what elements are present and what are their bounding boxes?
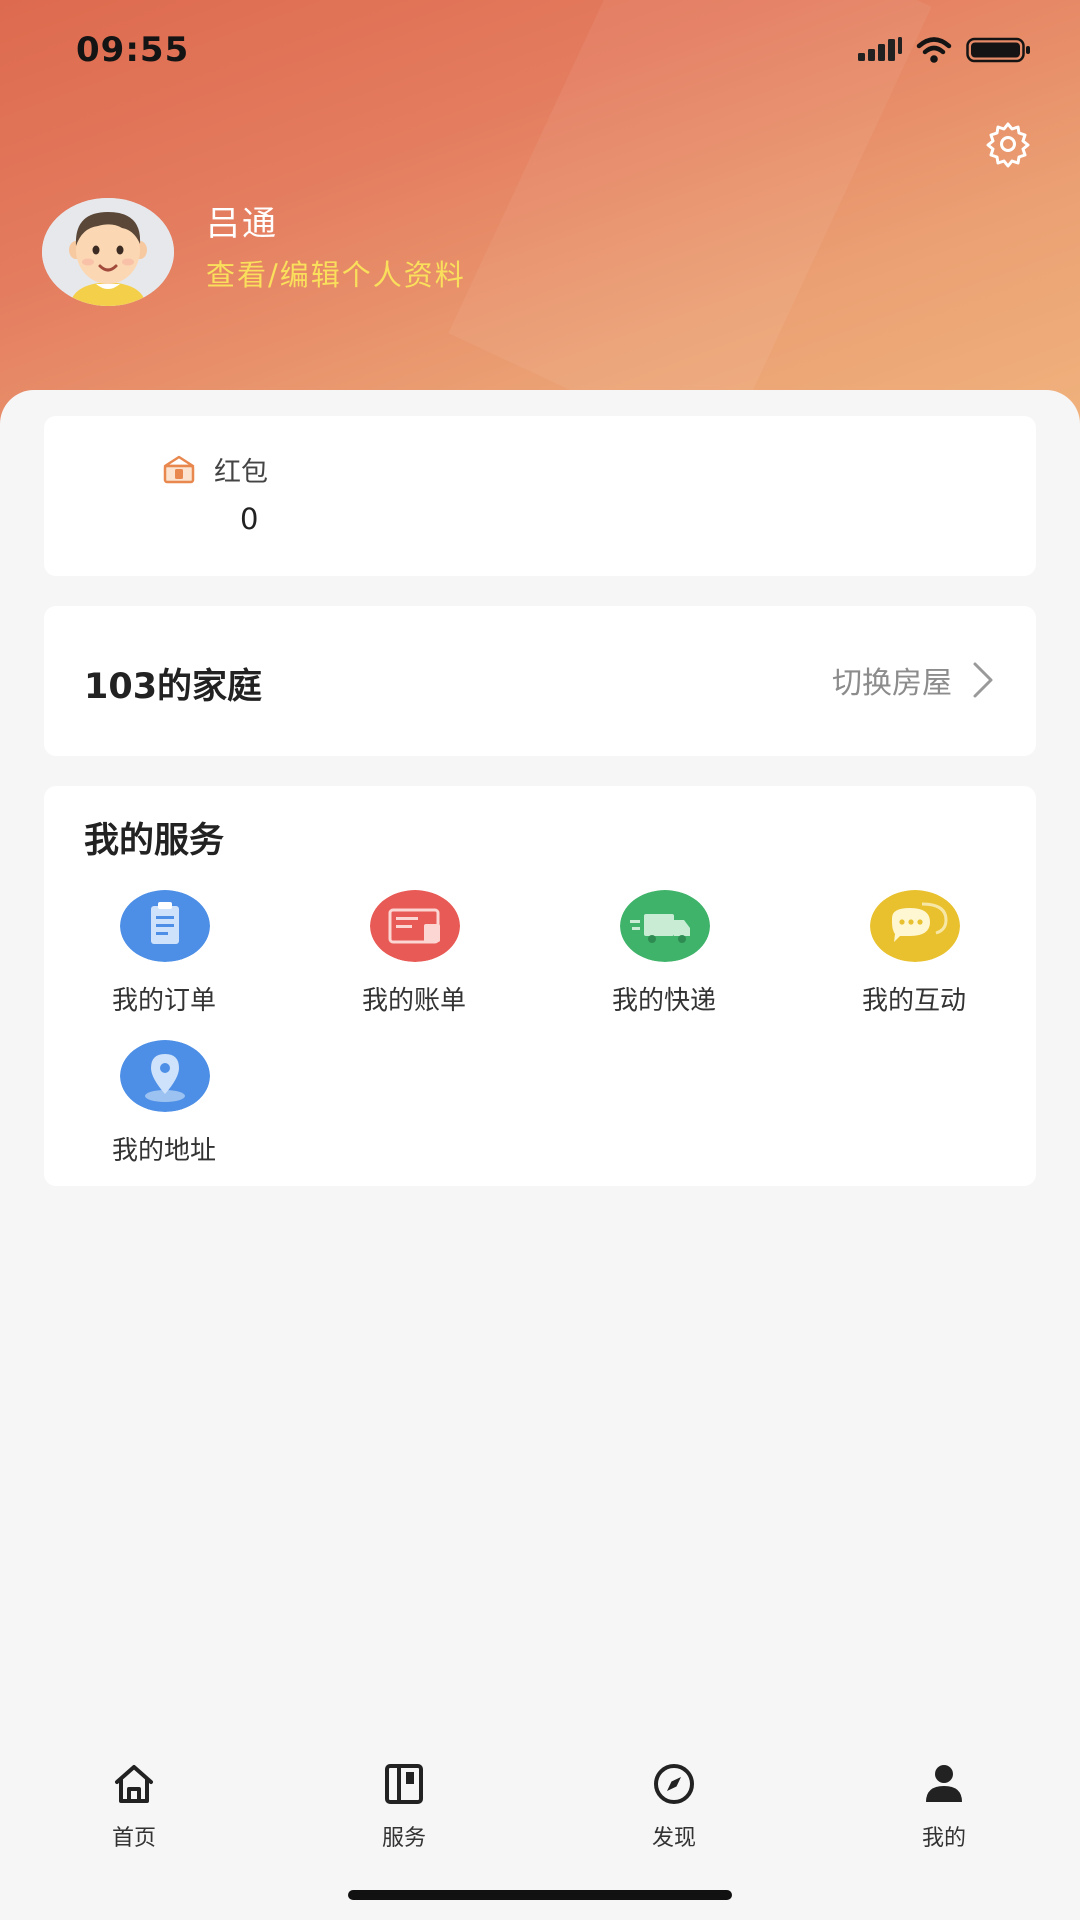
service-icon	[385, 1764, 423, 1804]
service-label: 我的订单	[111, 986, 216, 1016]
service-my-interactions[interactable]: 我的互动	[814, 890, 1014, 1020]
service-label: 我的互动	[861, 986, 966, 1016]
status-bar: 09:55	[0, 0, 1080, 110]
services-card: 我的服务 我的订单 我的账单 我的快递 我的互动 我的地址	[44, 786, 1036, 1186]
family-name: 103的家庭	[84, 667, 263, 707]
services-title: 我的服务	[84, 821, 225, 861]
tab-label: 发现	[651, 1826, 696, 1851]
settings-button[interactable]	[982, 118, 1034, 170]
tab-discover[interactable]: 发现	[614, 1762, 734, 1862]
profile-header: 09:55 吕通 查看/编辑个人资料	[0, 0, 1080, 430]
tab-home[interactable]: 首页	[74, 1762, 194, 1862]
red-packet-card[interactable]: 红包 0	[44, 416, 1036, 576]
chevron-right-icon	[973, 662, 993, 698]
tab-mine[interactable]: 我的	[884, 1762, 1004, 1862]
red-packet-icon	[163, 455, 195, 484]
order-icon	[120, 890, 210, 962]
switch-house-button[interactable]: 切换房屋	[832, 658, 994, 702]
compass-icon	[654, 1764, 694, 1804]
tab-label: 首页	[111, 1826, 156, 1851]
service-my-orders[interactable]: 我的订单	[64, 890, 264, 1020]
cellular-signal-icon	[858, 37, 902, 61]
red-packet-label: 红包	[214, 457, 268, 488]
red-packet-value: 0	[240, 502, 259, 536]
status-icons	[858, 36, 1032, 64]
tab-label: 我的	[921, 1826, 966, 1851]
avatar-boy-image	[42, 198, 174, 306]
location-pin-icon	[120, 1040, 210, 1112]
tab-label: 服务	[381, 1826, 426, 1851]
status-time: 09:55	[76, 30, 190, 70]
service-my-deliveries[interactable]: 我的快递	[564, 890, 764, 1020]
switch-house-label: 切换房屋	[832, 666, 952, 701]
profile-name: 吕通	[206, 204, 278, 244]
battery-icon	[966, 37, 1030, 63]
tab-services[interactable]: 服务	[344, 1762, 464, 1862]
home-icon	[115, 1765, 153, 1803]
service-my-address[interactable]: 我的地址	[64, 1040, 264, 1170]
person-icon	[926, 1765, 962, 1802]
avatar[interactable]	[42, 198, 174, 306]
bill-icon	[370, 890, 460, 962]
chat-bubble-icon	[870, 890, 960, 962]
service-my-bills[interactable]: 我的账单	[314, 890, 514, 1020]
gear-icon	[986, 122, 1030, 168]
wifi-icon	[916, 37, 952, 63]
service-label: 我的地址	[111, 1136, 216, 1166]
delivery-truck-icon	[620, 890, 710, 962]
family-card: 103的家庭 切换房屋	[44, 606, 1036, 756]
edit-profile-link[interactable]: 查看/编辑个人资料	[206, 252, 466, 294]
service-label: 我的快递	[611, 986, 716, 1016]
service-label: 我的账单	[361, 986, 466, 1016]
home-indicator	[348, 1890, 732, 1900]
